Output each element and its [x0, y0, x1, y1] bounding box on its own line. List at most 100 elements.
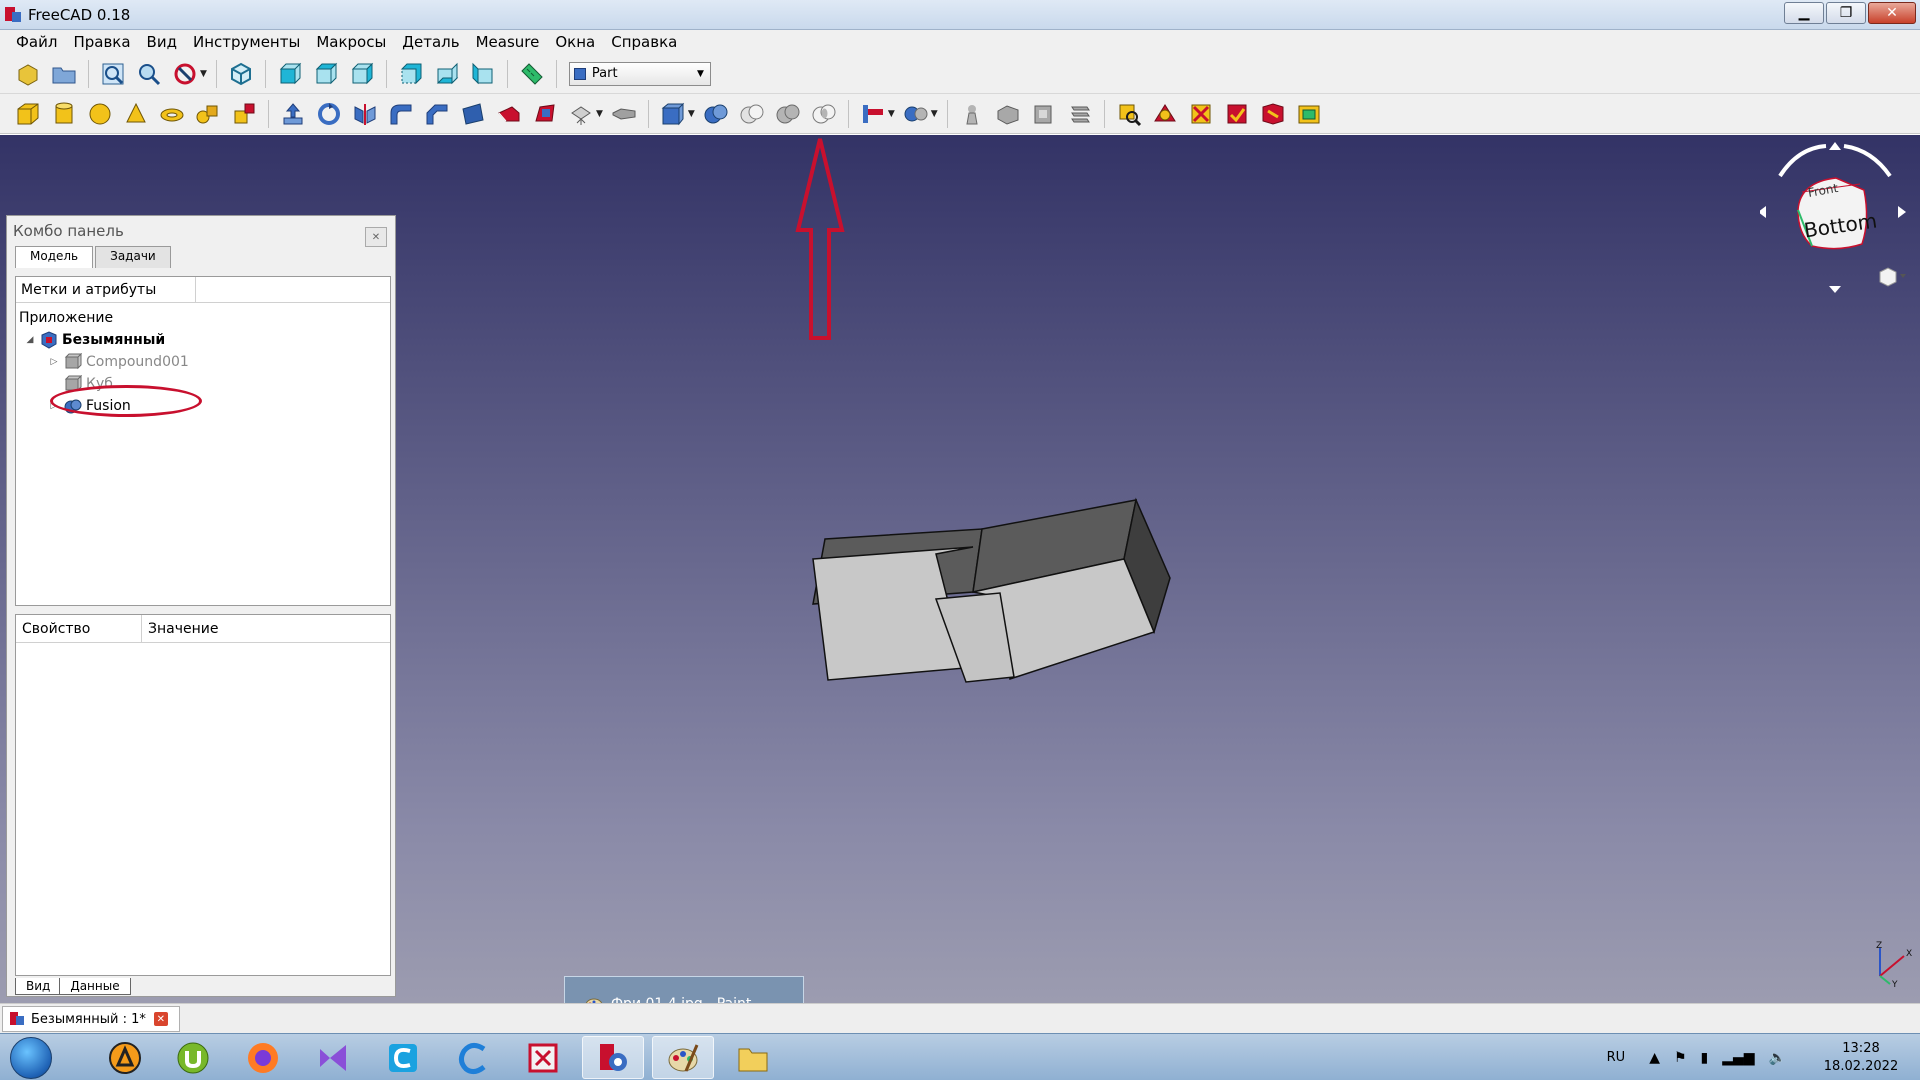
- show-hidden-icons-icon[interactable]: ▲: [1649, 1050, 1660, 1066]
- part-extrude-button[interactable]: [278, 99, 308, 129]
- part-join-button[interactable]: [858, 99, 888, 129]
- taskbar-app-aimp[interactable]: [94, 1036, 156, 1079]
- draw-style-dropdown-icon[interactable]: ▼: [200, 69, 207, 79]
- close-tab-icon[interactable]: ✕: [153, 1012, 168, 1026]
- part-revolve-button[interactable]: [314, 99, 344, 129]
- document-tab[interactable]: Безымянный : 1* ✕: [2, 1006, 180, 1032]
- part-make-face-button[interactable]: [458, 99, 488, 129]
- view-menu-cube-icon[interactable]: [1879, 267, 1897, 287]
- menu-file[interactable]: Файл: [8, 33, 65, 51]
- part-split-button[interactable]: [901, 99, 931, 129]
- part-offset-button[interactable]: [609, 99, 639, 129]
- tab-model[interactable]: Модель: [15, 246, 94, 268]
- fusion-model[interactable]: [800, 445, 1200, 685]
- view-menu-dropdown-icon[interactable]: [1900, 274, 1906, 278]
- measure-toggle-3d-button[interactable]: [1294, 99, 1324, 129]
- menu-view[interactable]: Вид: [139, 33, 185, 51]
- part-chamfer-button[interactable]: [422, 99, 452, 129]
- part-sphere-button[interactable]: [85, 99, 115, 129]
- part-boolean-button[interactable]: [701, 99, 731, 129]
- measure-toggle-all-button[interactable]: [1258, 99, 1288, 129]
- minimize-button[interactable]: ▁: [1784, 2, 1824, 24]
- part-cylinder-button[interactable]: [49, 99, 79, 129]
- open-button[interactable]: [49, 59, 79, 89]
- part-sweep-button[interactable]: [566, 99, 596, 129]
- measure-distance-button[interactable]: [517, 59, 547, 89]
- nav-left-arrow-icon[interactable]: [1760, 206, 1766, 218]
- taskbar-app-browser[interactable]: [442, 1036, 504, 1079]
- menu-help[interactable]: Справка: [603, 33, 685, 51]
- close-panel-button[interactable]: ✕: [365, 227, 387, 247]
- collapse-icon[interactable]: ◢: [24, 335, 36, 345]
- tree-root[interactable]: Приложение: [16, 307, 390, 329]
- part-cut-button[interactable]: [737, 99, 767, 129]
- part-check-geometry-button[interactable]: [957, 99, 987, 129]
- maximize-button[interactable]: ❐: [1826, 2, 1866, 24]
- view-right-button[interactable]: [347, 59, 377, 89]
- fit-selection-button[interactable]: [134, 59, 164, 89]
- part-torus-button[interactable]: [157, 99, 187, 129]
- draw-style-button[interactable]: [170, 59, 200, 89]
- split-dropdown-icon[interactable]: ▼: [931, 109, 938, 119]
- nav-down-arrow-icon[interactable]: [1829, 286, 1841, 293]
- network-signal-icon[interactable]: ▂▄▆: [1722, 1050, 1754, 1066]
- start-button[interactable]: [10, 1037, 52, 1079]
- battery-icon[interactable]: ▮: [1701, 1050, 1709, 1066]
- view-isometric-button[interactable]: [226, 59, 256, 89]
- menu-tools[interactable]: Инструменты: [185, 33, 308, 51]
- taskbar-app-ccleaner[interactable]: [372, 1036, 434, 1079]
- fit-all-button[interactable]: [98, 59, 128, 89]
- join-dropdown-icon[interactable]: ▼: [888, 109, 895, 119]
- property-column[interactable]: Свойство: [16, 615, 142, 642]
- rotate-right-arrow-icon[interactable]: [1843, 144, 1892, 178]
- measure-refresh-button[interactable]: [1186, 99, 1216, 129]
- measure-clear-button[interactable]: [1222, 99, 1252, 129]
- menu-windows[interactable]: Окна: [547, 33, 603, 51]
- nav-right-arrow-icon[interactable]: [1898, 206, 1906, 218]
- part-defeaturing-button[interactable]: [993, 99, 1023, 129]
- taskbar-app-paint[interactable]: [652, 1036, 714, 1079]
- part-loft-button[interactable]: [530, 99, 560, 129]
- tab-tasks[interactable]: Задачи: [95, 246, 171, 268]
- sweep-dropdown-icon[interactable]: ▼: [596, 109, 603, 119]
- tree-item-compound001[interactable]: ▷ Compound001: [16, 351, 390, 373]
- view-top-button[interactable]: [311, 59, 341, 89]
- expand-icon[interactable]: ▷: [48, 357, 60, 367]
- close-button[interactable]: ✕: [1868, 2, 1916, 24]
- language-indicator[interactable]: RU: [1607, 1050, 1626, 1065]
- part-section-button[interactable]: [1029, 99, 1059, 129]
- part-box-button[interactable]: [13, 99, 43, 129]
- menu-edit[interactable]: Правка: [65, 33, 138, 51]
- taskbar-app-freecad[interactable]: [582, 1036, 644, 1079]
- tab-data[interactable]: Данные: [59, 978, 131, 995]
- value-column[interactable]: Значение: [142, 615, 390, 642]
- tree-column-labels[interactable]: Метки и атрибуты: [16, 277, 196, 302]
- view-bottom-button[interactable]: [432, 59, 462, 89]
- taskbar-app-explorer[interactable]: [722, 1036, 784, 1079]
- tab-view[interactable]: Вид: [15, 978, 62, 995]
- taskbar-app-kompas[interactable]: [512, 1036, 574, 1079]
- menu-part[interactable]: Деталь: [394, 33, 467, 51]
- taskbar-app-firefox[interactable]: [232, 1036, 294, 1079]
- menu-macros[interactable]: Макросы: [308, 33, 394, 51]
- system-clock[interactable]: 13:28 18.02.2022: [1816, 1040, 1906, 1076]
- volume-icon[interactable]: 🔈: [1769, 1050, 1786, 1066]
- part-compound-button[interactable]: [658, 99, 688, 129]
- menu-measure[interactable]: Measure: [468, 33, 548, 51]
- measure-linear-button[interactable]: [1114, 99, 1144, 129]
- nav-up-arrow-icon[interactable]: [1829, 142, 1841, 150]
- action-center-flag-icon[interactable]: ⚑: [1674, 1050, 1687, 1066]
- tree-document[interactable]: ◢ Безымянный: [16, 329, 390, 351]
- part-fuse-button[interactable]: [773, 99, 803, 129]
- part-ruled-surface-button[interactable]: [494, 99, 524, 129]
- part-mirror-button[interactable]: [350, 99, 380, 129]
- navigation-cube[interactable]: Front Bottom: [1760, 140, 1910, 300]
- part-shape-builder-button[interactable]: [229, 99, 259, 129]
- part-cone-button[interactable]: [121, 99, 151, 129]
- view-front-button[interactable]: [275, 59, 305, 89]
- rotate-left-arrow-icon[interactable]: [1778, 144, 1827, 178]
- part-primitives-button[interactable]: [193, 99, 223, 129]
- workbench-selector[interactable]: Part ▼: [568, 61, 711, 86]
- new-document-button[interactable]: [13, 59, 43, 89]
- measure-angular-button[interactable]: [1150, 99, 1180, 129]
